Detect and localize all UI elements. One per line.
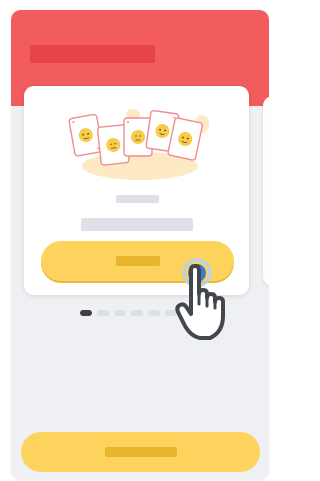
next-card-peek[interactable] bbox=[263, 96, 269, 286]
bottom-button-label-placeholder bbox=[105, 447, 177, 457]
pagination-dot-active[interactable] bbox=[80, 310, 92, 316]
pointing-hand-tap-icon bbox=[175, 258, 225, 340]
pagination-dot[interactable] bbox=[148, 310, 160, 316]
pagination-dot[interactable] bbox=[97, 310, 109, 316]
card-button-label-placeholder bbox=[116, 256, 160, 266]
card-title-placeholder bbox=[116, 195, 159, 203]
bottom-primary-button[interactable] bbox=[21, 432, 260, 472]
pagination-dot[interactable] bbox=[131, 310, 143, 316]
emoji-cards-illustration bbox=[68, 109, 209, 180]
pagination-dot[interactable] bbox=[114, 310, 126, 316]
header-title-placeholder bbox=[30, 45, 155, 63]
card-subtitle-placeholder bbox=[81, 218, 193, 231]
app-screen bbox=[11, 10, 269, 480]
